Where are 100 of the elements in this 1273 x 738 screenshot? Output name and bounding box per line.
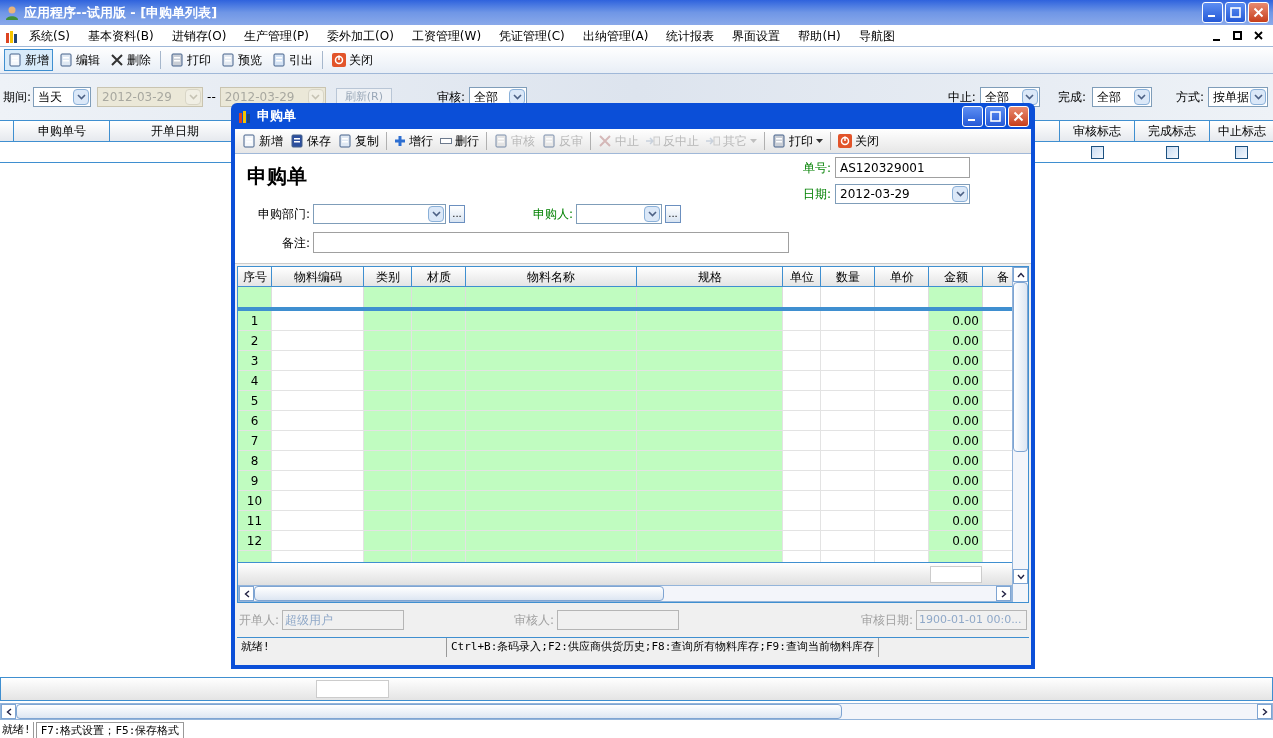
- scroll-right-icon[interactable]: [996, 586, 1011, 601]
- mode-select[interactable]: 按单据: [1208, 87, 1268, 107]
- toolbar-button[interactable]: 保存: [287, 130, 334, 152]
- power-icon: [332, 53, 346, 67]
- stop-label: 中止:: [947, 89, 976, 106]
- menu-item[interactable]: 委外加工(O): [318, 26, 403, 45]
- cross-icon: [598, 134, 612, 148]
- table-cell: 11: [238, 511, 272, 530]
- menu-item[interactable]: 出纳管理(A): [573, 26, 658, 45]
- new-row-cell[interactable]: [238, 287, 272, 307]
- column-header[interactable]: 完成标志: [1135, 121, 1210, 141]
- horizontal-scrollbar[interactable]: [238, 585, 1012, 602]
- toolbar-button[interactable]: 复制: [335, 130, 382, 152]
- mdi-close-icon[interactable]: [1254, 31, 1263, 40]
- audit-label: 审核:: [436, 89, 465, 106]
- requester-label: 申购人:: [531, 206, 573, 223]
- date-separator: --: [207, 89, 216, 106]
- mode-label: 方式:: [1175, 89, 1204, 106]
- menu-item[interactable]: 凭证管理(C): [490, 26, 574, 45]
- new-row-cell[interactable]: [412, 287, 466, 307]
- restore-button[interactable]: [1225, 2, 1246, 23]
- toolbar-button[interactable]: 编辑: [55, 49, 104, 71]
- scroll-thumb[interactable]: [16, 704, 842, 719]
- scroll-thumb[interactable]: [254, 586, 664, 601]
- scroll-left-icon[interactable]: [1, 704, 16, 719]
- creator-label: 开单人:: [239, 612, 280, 629]
- document-icon: [242, 134, 256, 148]
- toolbar-button[interactable]: 删除: [106, 49, 155, 71]
- minimize-icon: [1208, 15, 1215, 17]
- toolbar-button[interactable]: 打印: [769, 130, 826, 152]
- table-cell: 1: [238, 311, 272, 330]
- scroll-right-icon[interactable]: [1257, 704, 1272, 719]
- toolbar-button[interactable]: 增行: [391, 130, 436, 152]
- status-text: 就绪!: [0, 722, 34, 738]
- scroll-left-icon[interactable]: [239, 586, 254, 601]
- menu-item[interactable]: 界面设置: [723, 26, 790, 45]
- checkbox[interactable]: [1166, 145, 1179, 159]
- browse-button[interactable]: ...: [665, 205, 681, 223]
- toolbar-button[interactable]: 新增: [4, 49, 53, 71]
- status-text: Ctrl+B:条码录入;F2:供应商供货历史;F8:查询所有物料库存;F9:查询当前物料库存: [447, 638, 879, 657]
- menu-item[interactable]: 进销存(O): [162, 26, 236, 45]
- vertical-scrollbar[interactable]: [1012, 267, 1028, 602]
- order-number-field[interactable]: AS120329001: [835, 157, 970, 178]
- document-icon: [8, 53, 22, 67]
- department-select[interactable]: [313, 204, 446, 224]
- caret-icon: [750, 139, 757, 143]
- close-icon: [1253, 7, 1264, 18]
- new-row-cell[interactable]: [466, 287, 637, 307]
- toolbar-button[interactable]: 删行: [437, 130, 482, 152]
- auditor-field[interactable]: [557, 610, 680, 630]
- menu-item[interactable]: 帮助(H): [789, 26, 850, 45]
- column-header[interactable]: 审核标志: [1060, 121, 1135, 141]
- table-cell: 8: [238, 451, 272, 470]
- checkbox[interactable]: [1235, 145, 1248, 159]
- column-header[interactable]: 中止标志: [1210, 121, 1273, 141]
- mdi-restore-icon[interactable]: [1233, 31, 1242, 40]
- new-row-cell[interactable]: [929, 287, 983, 307]
- done-label: 完成:: [1057, 89, 1086, 106]
- toolbar-button[interactable]: 预览: [217, 49, 266, 71]
- menu-item[interactable]: 导航图: [849, 26, 904, 45]
- department-label: 申购部门:: [256, 206, 310, 223]
- table-cell: 0.00: [929, 351, 983, 370]
- requester-select[interactable]: [576, 204, 662, 224]
- scroll-up-icon[interactable]: [1013, 267, 1028, 282]
- scroll-down-icon[interactable]: [1013, 569, 1028, 584]
- browse-button[interactable]: ...: [449, 205, 465, 223]
- dialog-title: 申购单: [257, 107, 296, 126]
- menu-item[interactable]: 系统(S): [20, 26, 79, 45]
- maximize-icon: [1230, 7, 1241, 18]
- checkbox[interactable]: [1091, 145, 1104, 159]
- table-cell: 0.00: [929, 511, 983, 530]
- menu-item[interactable]: 工资管理(W): [402, 26, 491, 45]
- toolbar-button[interactable]: 新增: [239, 130, 286, 152]
- done-select[interactable]: 全部: [1091, 87, 1152, 107]
- horizontal-scrollbar[interactable]: [0, 703, 1273, 720]
- minimize-button[interactable]: [1202, 2, 1223, 23]
- menu-item[interactable]: 基本资料(B): [79, 26, 163, 45]
- auditor-label: 审核人:: [514, 612, 555, 629]
- close-button[interactable]: [1248, 2, 1269, 23]
- remark-field[interactable]: [313, 232, 789, 253]
- toolbar-button[interactable]: 引出: [268, 49, 317, 71]
- close-button[interactable]: [1008, 105, 1029, 127]
- toolbar-button[interactable]: 关闭: [328, 49, 377, 71]
- table-cell: 4: [238, 371, 272, 390]
- menu-item[interactable]: 统计报表: [657, 26, 724, 45]
- period-label: 期间:: [3, 89, 32, 106]
- new-row-cell[interactable]: [637, 287, 783, 307]
- minimize-button[interactable]: [962, 105, 983, 127]
- scroll-thumb[interactable]: [1013, 282, 1028, 452]
- table-cell: 0.00: [929, 531, 983, 550]
- toolbar-button[interactable]: 关闭: [835, 130, 882, 152]
- period-select[interactable]: 当天: [33, 87, 92, 107]
- column-header[interactable]: 申购单号: [14, 121, 110, 141]
- maximize-button[interactable]: [985, 105, 1006, 127]
- toolbar-button[interactable]: 打印: [166, 49, 215, 71]
- date-select[interactable]: 2012-03-29: [835, 184, 970, 204]
- power-icon: [838, 134, 852, 148]
- new-row-cell[interactable]: [364, 287, 412, 307]
- menu-item[interactable]: 生产管理(P): [235, 26, 318, 45]
- close-icon: [110, 53, 124, 67]
